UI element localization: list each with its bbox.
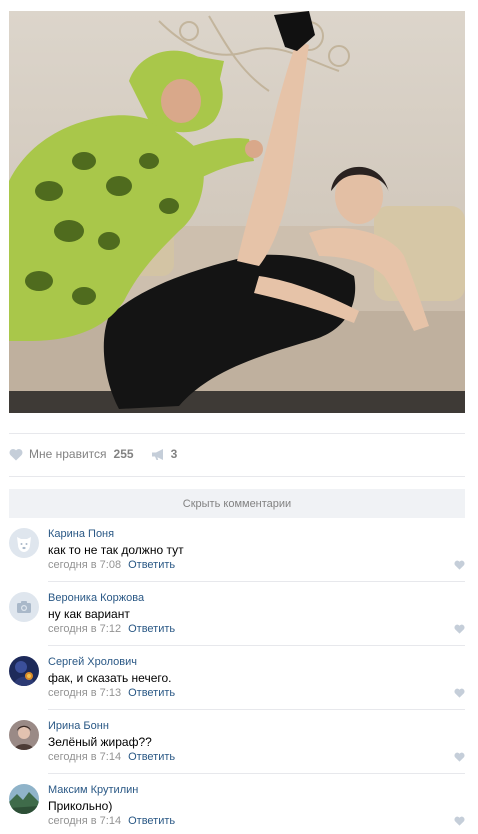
avatar[interactable]	[9, 592, 39, 622]
comment-like-icon[interactable]	[454, 816, 465, 826]
share-button[interactable]: 3	[151, 447, 178, 461]
user-photo-avatar-icon	[9, 656, 39, 686]
comment-time[interactable]: сегодня в 7:12	[48, 623, 121, 635]
comment-item: Карина Поня как то не так должно тут сег…	[9, 518, 465, 582]
divider	[9, 433, 465, 434]
comment-text: фак, и сказать нечего.	[48, 671, 172, 685]
comment-time[interactable]: сегодня в 7:14	[48, 815, 121, 827]
comment-like-icon[interactable]	[454, 752, 465, 762]
avatar[interactable]	[9, 720, 39, 750]
comment-like-icon[interactable]	[454, 624, 465, 634]
heart-icon	[9, 448, 23, 460]
comment-item: Ирина Бонн Зелёный жираф?? сегодня в 7:1…	[9, 710, 465, 774]
comment-text: ну как вариант	[48, 607, 130, 621]
comment-author[interactable]: Максим Крутилин	[48, 784, 138, 796]
photo-illustration	[9, 11, 465, 413]
avatar[interactable]	[9, 528, 39, 558]
comment-author[interactable]: Карина Поня	[48, 528, 114, 540]
comment-like-icon[interactable]	[454, 688, 465, 698]
landscape-avatar-icon	[9, 784, 39, 814]
comment-like-icon[interactable]	[454, 560, 465, 570]
like-button[interactable]: Мне нравится 255	[9, 447, 134, 461]
comment-item: Максим Крутилин Прикольно) сегодня в 7:1…	[9, 774, 465, 834]
reply-link[interactable]: Ответить	[128, 559, 175, 571]
comment-author[interactable]: Сергей Хролович	[48, 656, 137, 668]
comment-meta: сегодня в 7:12 Ответить	[48, 623, 175, 635]
comment-meta: сегодня в 7:14 Ответить	[48, 815, 175, 827]
user-photo-avatar-icon	[9, 720, 39, 750]
comment-time[interactable]: сегодня в 7:08	[48, 559, 121, 571]
comment-item: Сергей Хролович фак, и сказать нечего. с…	[9, 646, 465, 710]
comment-text: Зелёный жираф??	[48, 735, 152, 749]
comment-item: Вероника Коржова ну как вариант сегодня …	[9, 582, 465, 646]
reply-link[interactable]: Ответить	[128, 751, 175, 763]
reply-link[interactable]: Ответить	[128, 815, 175, 827]
divider	[9, 476, 465, 477]
comment-author[interactable]: Ирина Бонн	[48, 720, 109, 732]
hide-comments-button[interactable]: Скрыть комментарии	[9, 489, 465, 518]
comment-meta: сегодня в 7:13 Ответить	[48, 687, 175, 699]
camera-avatar-icon	[9, 592, 39, 622]
comment-text: Прикольно)	[48, 799, 113, 813]
like-count: 255	[113, 447, 134, 461]
comment-author[interactable]: Вероника Коржова	[48, 592, 144, 604]
reply-link[interactable]: Ответить	[128, 623, 175, 635]
avatar[interactable]	[9, 784, 39, 814]
comment-meta: сегодня в 7:14 Ответить	[48, 751, 175, 763]
post-actions: Мне нравится 255 3	[9, 444, 177, 464]
comment-time[interactable]: сегодня в 7:13	[48, 687, 121, 699]
megaphone-icon	[151, 448, 163, 460]
reply-link[interactable]: Ответить	[128, 687, 175, 699]
share-count: 3	[170, 447, 178, 461]
default-dog-avatar-icon	[9, 528, 39, 558]
post-photo[interactable]	[9, 11, 465, 413]
avatar[interactable]	[9, 656, 39, 686]
comment-meta: сегодня в 7:08 Ответить	[48, 559, 175, 571]
comment-text: как то не так должно тут	[48, 543, 184, 557]
like-label: Мне нравится	[29, 447, 107, 461]
comment-time[interactable]: сегодня в 7:14	[48, 751, 121, 763]
